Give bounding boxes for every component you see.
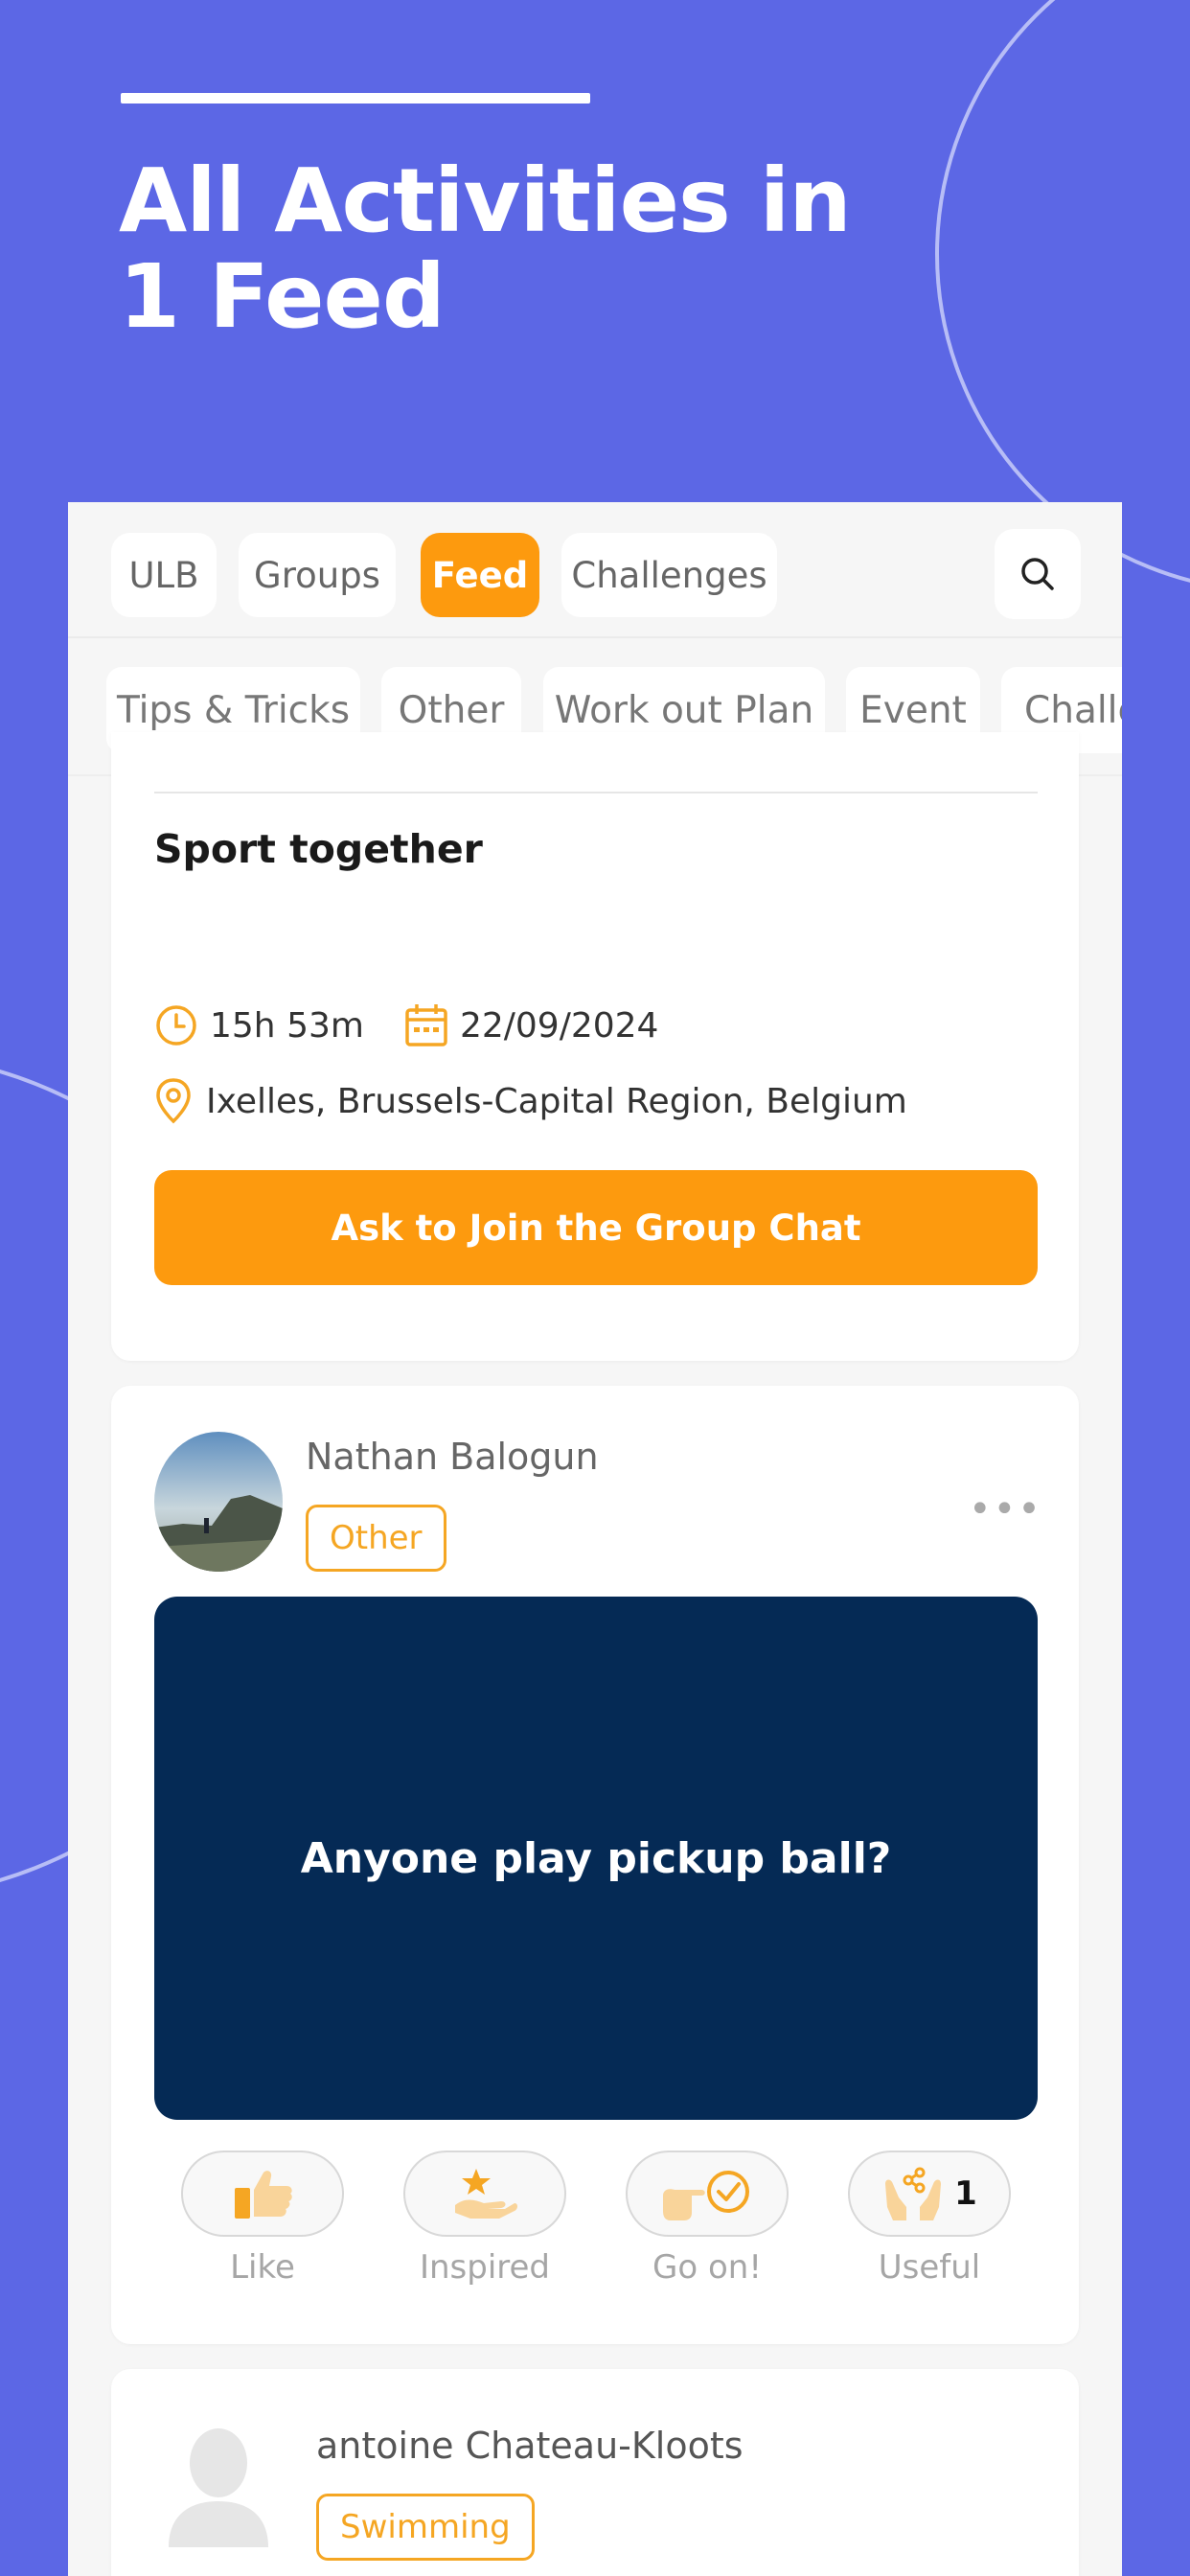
clock-icon: [156, 1005, 196, 1046]
like-label: Like: [230, 2248, 295, 2287]
date-text: 22/09/2024: [459, 1005, 659, 1046]
location-text: Ixelles, Brussels-Capital Region, Belgiu…: [206, 1081, 907, 1121]
share-hands-icon: [885, 2167, 942, 2220]
post-author-name[interactable]: antoine Chateau-Kloots: [316, 2425, 744, 2467]
event-post-card: Sport together 15h 53m 22/09/2024 Ixelle…: [111, 732, 1079, 1361]
useful-label: Useful: [878, 2248, 981, 2287]
like-button[interactable]: [181, 2150, 344, 2237]
hero-title: All Activities in 1 Feed: [119, 150, 852, 348]
default-avatar-icon[interactable]: [165, 2423, 272, 2547]
post-category-tag: Other: [306, 1505, 446, 1572]
useful-button[interactable]: 1: [848, 2150, 1011, 2237]
search-icon: [1021, 558, 1054, 590]
location-pin-icon: [156, 1078, 191, 1124]
tab-groups[interactable]: Groups: [239, 533, 396, 617]
inspired-label: Inspired: [419, 2248, 551, 2287]
calendar-icon: [405, 1004, 447, 1046]
phone-screen: ULB Groups Feed Challenges Tips & Tricks…: [68, 502, 1122, 2576]
search-button[interactable]: [995, 529, 1081, 619]
go-on-button[interactable]: [626, 2150, 789, 2237]
useful-count: 1: [954, 2174, 977, 2213]
avatar[interactable]: [154, 1432, 283, 1572]
go-on-label: Go on!: [652, 2248, 762, 2287]
star-hand-icon: [455, 2169, 517, 2219]
post-author-name[interactable]: Nathan Balogun: [306, 1436, 599, 1478]
reaction-useful: 1 Useful: [848, 2150, 1011, 2287]
ask-to-join-group-chat-button[interactable]: Ask to Join the Group Chat: [154, 1170, 1038, 1285]
inspired-button[interactable]: [403, 2150, 566, 2237]
time-date-row: 15h 53m 22/09/2024: [154, 1002, 658, 1048]
avatar-photo: [154, 1432, 283, 1572]
tab-challenges[interactable]: Challenges: [561, 533, 777, 617]
reaction-inspired: Inspired: [403, 2150, 566, 2287]
feed-post-card: Nathan Balogun Other ••• Anyone play pic…: [111, 1386, 1079, 2344]
reaction-go-on: Go on!: [626, 2150, 789, 2287]
pointing-check-icon: [663, 2171, 749, 2220]
card-divider: [154, 792, 1038, 794]
post-message-banner: Anyone play pickup ball?: [154, 1597, 1038, 2120]
hero-underline: [121, 93, 590, 104]
more-options-icon[interactable]: •••: [969, 1487, 1042, 1531]
duration-text: 15h 53m: [210, 1005, 364, 1046]
post-title: Sport together: [154, 826, 483, 872]
tab-feed[interactable]: Feed: [421, 533, 539, 617]
reaction-like: Like: [181, 2150, 344, 2287]
feed-post-card: antoine Chateau-Kloots Swimming: [111, 2369, 1079, 2576]
post-category-tag: Swimming: [316, 2494, 535, 2561]
location-row: Ixelles, Brussels-Capital Region, Belgiu…: [154, 1077, 907, 1125]
tab-ulb[interactable]: ULB: [111, 533, 217, 617]
tab-bar: ULB Groups Feed Challenges: [68, 502, 1122, 638]
thumbs-up-icon: [235, 2171, 292, 2219]
